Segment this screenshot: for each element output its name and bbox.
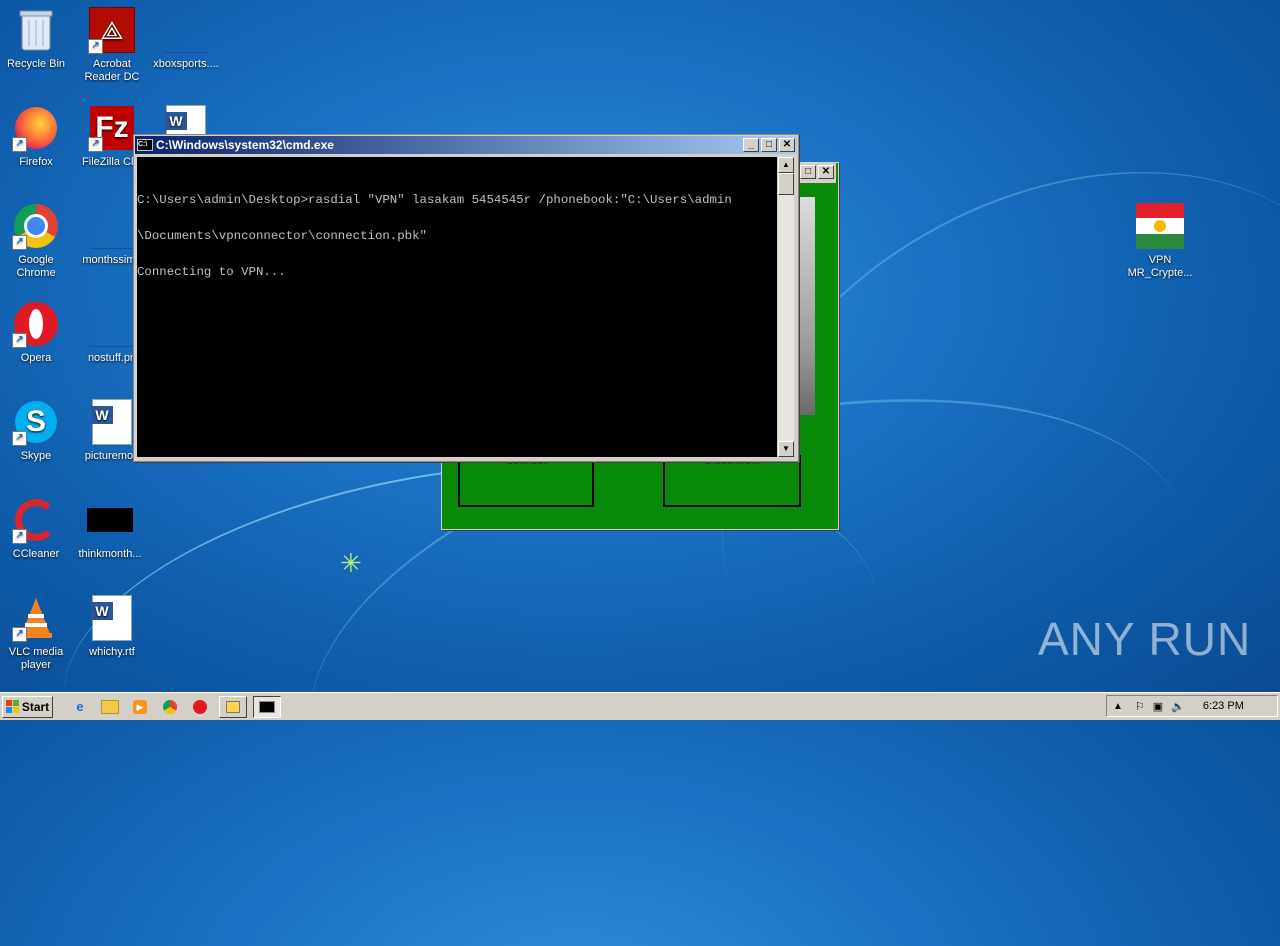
recycle-bin-icon (12, 6, 60, 54)
cmd-console[interactable]: C:\Users\admin\Desktop>rasdial "VPN" las… (137, 157, 777, 457)
cmd-vertical-scrollbar[interactable]: ▲ ▼ (778, 157, 794, 457)
disconnect-button[interactable]: Disconnect (663, 455, 801, 507)
firefox-icon: ↗ (12, 104, 60, 152)
acrobat-icon: ⟁ ↗ (88, 6, 136, 54)
shortcut-arrow-icon: ↗ (12, 431, 27, 446)
desktop-icon-thinkmonth[interactable]: thinkmonth... (72, 496, 148, 561)
chrome-taskbar-icon[interactable] (159, 696, 181, 718)
black-image-file-icon (86, 496, 134, 544)
desktop-icon-whichy[interactable]: W whichy.rtf (74, 594, 150, 659)
file-icon (88, 300, 136, 348)
cmd-window[interactable]: C:\ C:\Windows\system32\cmd.exe _ □ ✕ C:… (133, 134, 799, 462)
opera-icon: ↗ (12, 300, 60, 348)
word-document-icon: W (88, 594, 136, 642)
scroll-up-arrow-icon[interactable]: ▲ (778, 157, 794, 173)
connect-button[interactable]: Connect (458, 455, 594, 507)
scroll-down-arrow-icon[interactable]: ▼ (778, 441, 794, 457)
desktop-icon-acrobat[interactable]: ⟁ ↗ Acrobat Reader DC (74, 6, 150, 84)
desktop-icon-xboxsports[interactable]: xboxsports.... (148, 6, 224, 71)
clock[interactable]: 6:23 PM (1203, 700, 1244, 712)
file-icon (162, 6, 210, 54)
shortcut-arrow-icon: ↗ (12, 235, 27, 250)
filezilla-icon: Fz ↗ (88, 104, 136, 152)
skype-icon: S ↗ (12, 398, 60, 446)
start-label: Start (21, 699, 50, 714)
ccleaner-icon: ↗ (12, 496, 60, 544)
desktop-icon-recycle-bin[interactable]: Recycle Bin (0, 6, 74, 71)
minimize-icon[interactable]: _ (743, 138, 759, 152)
close-icon[interactable]: ✕ (818, 165, 834, 179)
anyrun-watermark: ANY RUN (1038, 613, 1252, 665)
kurdistan-flag-icon (1136, 202, 1184, 250)
vpn-app-image (798, 197, 815, 415)
show-hidden-icons-icon[interactable]: ▲ (1113, 701, 1123, 712)
cmd-taskbar-icon (259, 700, 275, 713)
shortcut-arrow-icon: ↗ (12, 627, 27, 642)
desktop-icon-firefox[interactable]: ↗ Firefox (0, 104, 74, 169)
explorer-folder-icon[interactable] (99, 696, 121, 718)
volume-icon[interactable]: 🔈 (1171, 700, 1185, 713)
desktop-icon-ccleaner[interactable]: ↗ CCleaner (0, 496, 74, 561)
shortcut-arrow-icon: ↗ (12, 529, 27, 544)
file-icon (88, 202, 136, 250)
cmd-window-title: C:\Windows\system32\cmd.exe (156, 138, 334, 152)
word-document-icon: W (88, 398, 136, 446)
taskbar-cmd-button[interactable] (253, 695, 281, 718)
console-line: \Documents\vpnconnector\connection.pbk" (137, 229, 427, 243)
console-line: Connecting to VPN... (137, 265, 286, 279)
app-window-icon (226, 700, 240, 713)
shortcut-arrow-icon: ↗ (12, 137, 27, 152)
media-player-icon[interactable]: ▶ (129, 696, 151, 718)
windows-logo-icon (5, 700, 19, 713)
ie-icon[interactable]: e (69, 696, 91, 718)
desktop-icon-chrome[interactable]: ↗ Google Chrome (0, 202, 74, 280)
scrollbar-thumb[interactable] (778, 173, 794, 195)
vlc-cone-icon: ↗ (12, 594, 60, 642)
close-icon[interactable]: ✕ (779, 138, 795, 152)
desktop-icon-opera[interactable]: ↗ Opera (0, 300, 74, 365)
cmd-app-icon: C:\ (137, 139, 153, 151)
desktop-icon-skype[interactable]: S ↗ Skype (0, 398, 74, 463)
maximize-icon[interactable]: □ (800, 165, 816, 179)
shortcut-arrow-icon: ↗ (88, 137, 103, 152)
action-center-flag-icon[interactable]: ⚐ (1135, 700, 1145, 713)
opera-taskbar-icon[interactable] (189, 696, 211, 718)
network-icon[interactable]: ▣ (1153, 700, 1163, 713)
desktop-icon-vlc[interactable]: ↗ VLC media player (0, 594, 74, 672)
chrome-icon: ↗ (12, 202, 60, 250)
shortcut-arrow-icon: ↗ (12, 333, 27, 348)
wallpaper-logo: ✳ (340, 548, 362, 578)
shortcut-arrow-icon: ↗ (88, 39, 103, 54)
taskbar-vpn-app-button[interactable] (219, 695, 247, 718)
taskbar: Start e ▶ ▲ ⚐ ▣ 🔈 6:23 PM (0, 692, 1280, 720)
console-line: C:\Users\admin\Desktop>rasdial "VPN" las… (137, 193, 732, 207)
start-button[interactable]: Start (2, 695, 53, 718)
cmd-titlebar[interactable]: C:\ C:\Windows\system32\cmd.exe _ □ ✕ (135, 136, 797, 154)
maximize-icon[interactable]: □ (761, 138, 777, 152)
system-tray: ▲ ⚐ ▣ 🔈 6:23 PM (1106, 695, 1278, 717)
desktop-icon-vpn-crypter[interactable]: VPN MR_Crypte... (1122, 202, 1198, 280)
